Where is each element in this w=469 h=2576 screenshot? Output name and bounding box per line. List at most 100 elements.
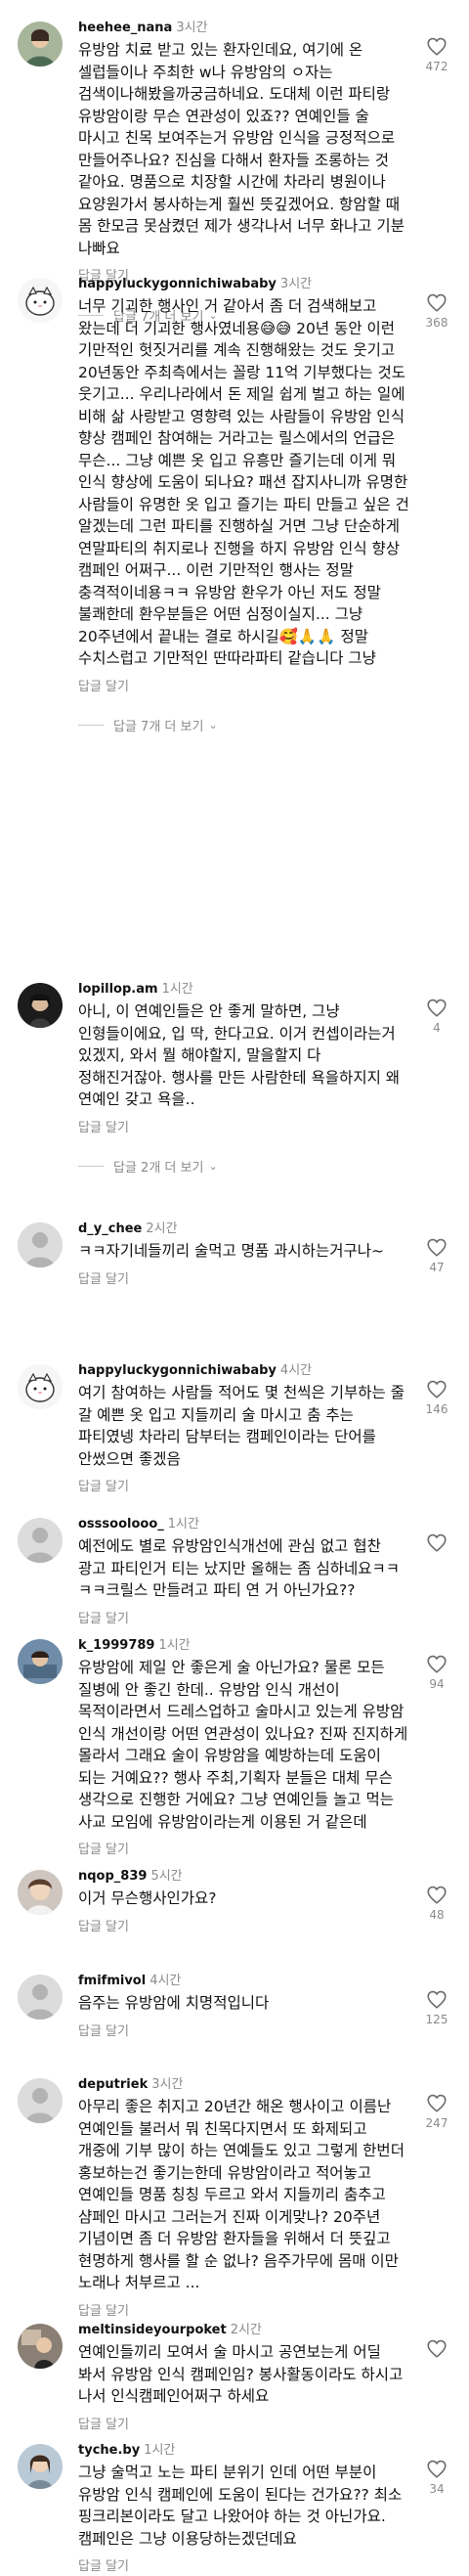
comment-text: 그냥 술먹고 노는 파티 분위기 인데 어떤 부분이 유방암 인식 캠페인에 도… [78, 2464, 403, 2548]
username[interactable]: osssoolooo_ [78, 1517, 164, 1532]
like-button[interactable]: 4 [418, 999, 455, 1035]
comment-item: deputriek 3시간 아무리 좋은 취지고 20년간 해온 행사이고 이름난… [0, 2076, 469, 2321]
comment-meta: deputriek 3시간 [78, 2076, 412, 2094]
like-button[interactable]: 125 [418, 1990, 455, 2026]
avatar[interactable] [18, 1518, 63, 1563]
comment-item: d_y_chee 2시간 ㅋㅋ자기네들끼리 술먹고 명품 과시하는거구나~ 답글 … [0, 1221, 469, 1289]
heart-icon [427, 1886, 447, 1904]
avatar[interactable] [18, 22, 63, 67]
comment-body: deputriek 3시간 아무리 좋은 취지고 20년간 해온 행사이고 이름난… [78, 2076, 451, 2321]
username[interactable]: k_1999789 [78, 1638, 154, 1653]
avatar[interactable] [18, 1222, 63, 1267]
reply-button[interactable]: 답글 달기 [78, 1479, 412, 1496]
reply-button[interactable]: 답글 달기 [78, 1842, 412, 1859]
avatar[interactable] [18, 2444, 63, 2489]
username[interactable]: meltinsideyourpoket [78, 2323, 227, 2337]
username[interactable]: happyluckygonnichiwababy [78, 277, 277, 291]
like-button[interactable]: 47 [418, 1238, 455, 1274]
like-button[interactable]: 368 [418, 293, 455, 330]
username[interactable]: happyluckygonnichiwababy [78, 1363, 277, 1378]
reply-button[interactable]: 답글 달기 [78, 2417, 412, 2434]
heart-icon [427, 1533, 447, 1552]
reply-button[interactable]: 답글 달기 [78, 1120, 412, 1137]
heart-icon [427, 2460, 447, 2478]
reply-button[interactable]: 답글 달기 [78, 1919, 412, 1936]
avatar[interactable] [18, 1975, 63, 2020]
comment-text: 아무리 좋은 취지고 20년간 해온 행사이고 이름난 연예인들 불러서 뭐 친… [78, 2098, 405, 2291]
heart-icon [427, 1655, 447, 1673]
heart-icon [427, 2339, 447, 2358]
avatar[interactable] [18, 1870, 63, 1915]
comment-item: meltinsideyourpoket 2시간 연예인들끼리 모여서 술 마시고 … [0, 2322, 469, 2434]
comment-body: happyluckygonnichiwababy 3시간 너무 기괴한 행사인 거… [78, 276, 451, 735]
avatar[interactable] [18, 278, 63, 323]
view-more-replies[interactable]: 답글 7개 더 보기 ⌄ [78, 716, 412, 735]
username[interactable]: deputriek [78, 2077, 148, 2092]
like-count: 48 [429, 1908, 445, 1922]
reply-button[interactable]: 답글 달기 [78, 679, 412, 696]
like-button[interactable] [418, 2339, 455, 2362]
timestamp: 1시간 [167, 1517, 199, 1532]
comment-body: d_y_chee 2시간 ㅋㅋ자기네들끼리 술먹고 명품 과시하는거구나~ 답글 … [78, 1221, 451, 1289]
timestamp: 5시간 [150, 1869, 183, 1884]
comment-meta: heehee_nana 3시간 [78, 20, 412, 37]
comment-meta: osssoolooo_ 1시간 [78, 1516, 412, 1533]
timestamp: 4시간 [279, 1363, 313, 1378]
comment-body: osssoolooo_ 1시간 예전에도 별로 유방암인식개선에 관심 없고 협찬… [78, 1516, 451, 1628]
thread-line [78, 1166, 104, 1167]
heart-icon [427, 1238, 447, 1257]
like-count: 125 [425, 2013, 448, 2026]
avatar[interactable] [18, 1364, 63, 1409]
username[interactable]: tyche.by [78, 2443, 140, 2458]
comment-text: 예전에도 별로 유방암인식개선에 관심 없고 협찬 광고 파티인거 티는 났지만… [78, 1537, 401, 1599]
like-button[interactable]: 247 [418, 2094, 455, 2130]
view-more-replies-label: 답글 7개 더 보기 [113, 720, 204, 734]
username[interactable]: d_y_chee [78, 1221, 142, 1236]
like-button[interactable]: 94 [418, 1655, 455, 1691]
comment-item: lopillop.am 1시간 아니, 이 연예인들은 안 좋게 말하면, 그냥 … [0, 981, 469, 1177]
like-count: 146 [425, 1402, 448, 1416]
like-count: 247 [425, 2116, 448, 2130]
comment-text: 연예인들끼리 모여서 술 마시고 공연보는게 어딜 봐서 유방암 인식 캠페인임… [78, 2343, 404, 2405]
timestamp: 1시간 [158, 1638, 191, 1653]
thread-line [78, 725, 104, 726]
like-button[interactable]: 146 [418, 1380, 455, 1416]
timestamp: 2시간 [230, 2323, 262, 2337]
comment-body: nqop_839 5시간 이거 무슨행사인가요? 답글 달기 [78, 1868, 451, 1936]
like-button[interactable]: 472 [418, 37, 455, 73]
view-more-replies[interactable]: 답글 2개 더 보기 ⌄ [78, 1157, 412, 1177]
username[interactable]: nqop_839 [78, 1869, 147, 1884]
like-button[interactable] [418, 1533, 455, 1556]
reply-button[interactable]: 답글 달기 [78, 2303, 412, 2321]
like-button[interactable]: 34 [418, 2460, 455, 2496]
timestamp: 4시간 [149, 1974, 182, 1988]
like-count: 47 [429, 1261, 445, 1274]
comment-item: happyluckygonnichiwababy 4시간 여기 참여하는 사람들 … [0, 1362, 469, 1496]
comment-item: osssoolooo_ 1시간 예전에도 별로 유방암인식개선에 관심 없고 협찬… [0, 1516, 469, 1628]
comment-text: 여기 참여하는 사람들 적어도 몇 천씩은 기부하는 줄 갈 예쁜 옷 입고 지… [78, 1384, 405, 1468]
avatar[interactable] [18, 2324, 63, 2369]
reply-button[interactable]: 답글 달기 [78, 1611, 412, 1628]
heart-icon [427, 293, 447, 312]
avatar[interactable] [18, 1639, 63, 1684]
chevron-down-icon: ⌄ [208, 1160, 218, 1173]
timestamp: 3시간 [279, 277, 313, 291]
timestamp: 1시간 [161, 982, 193, 997]
avatar[interactable] [18, 983, 63, 1028]
comment-text: 음주는 유방암에 치명적입니다 [78, 1994, 270, 2012]
reply-button[interactable]: 답글 달기 [78, 2023, 412, 2041]
username[interactable]: lopillop.am [78, 982, 158, 997]
username[interactable]: heehee_nana [78, 21, 172, 35]
comment-meta: d_y_chee 2시간 [78, 1221, 412, 1238]
comment-body: k_1999789 1시간 유방암에 제일 안 좋은게 술 아닌가요? 물론 모든… [78, 1637, 451, 1859]
comment-meta: fmifmivol 4시간 [78, 1973, 412, 1990]
comment-text: ㅋㅋ자기네들끼리 술먹고 명품 과시하는거구나~ [78, 1242, 384, 1260]
like-button[interactable]: 48 [418, 1886, 455, 1922]
timestamp: 3시간 [151, 2077, 184, 2092]
avatar[interactable] [18, 2078, 63, 2123]
reply-button[interactable]: 답글 달기 [78, 1271, 412, 1289]
username[interactable]: fmifmivol [78, 1974, 146, 1988]
heart-icon [427, 1990, 447, 2009]
comment-item: tyche.by 1시간 그냥 술먹고 노는 파티 분위기 인데 어떤 부분이 유… [0, 2442, 469, 2576]
comment-meta: tyche.by 1시간 [78, 2442, 412, 2460]
